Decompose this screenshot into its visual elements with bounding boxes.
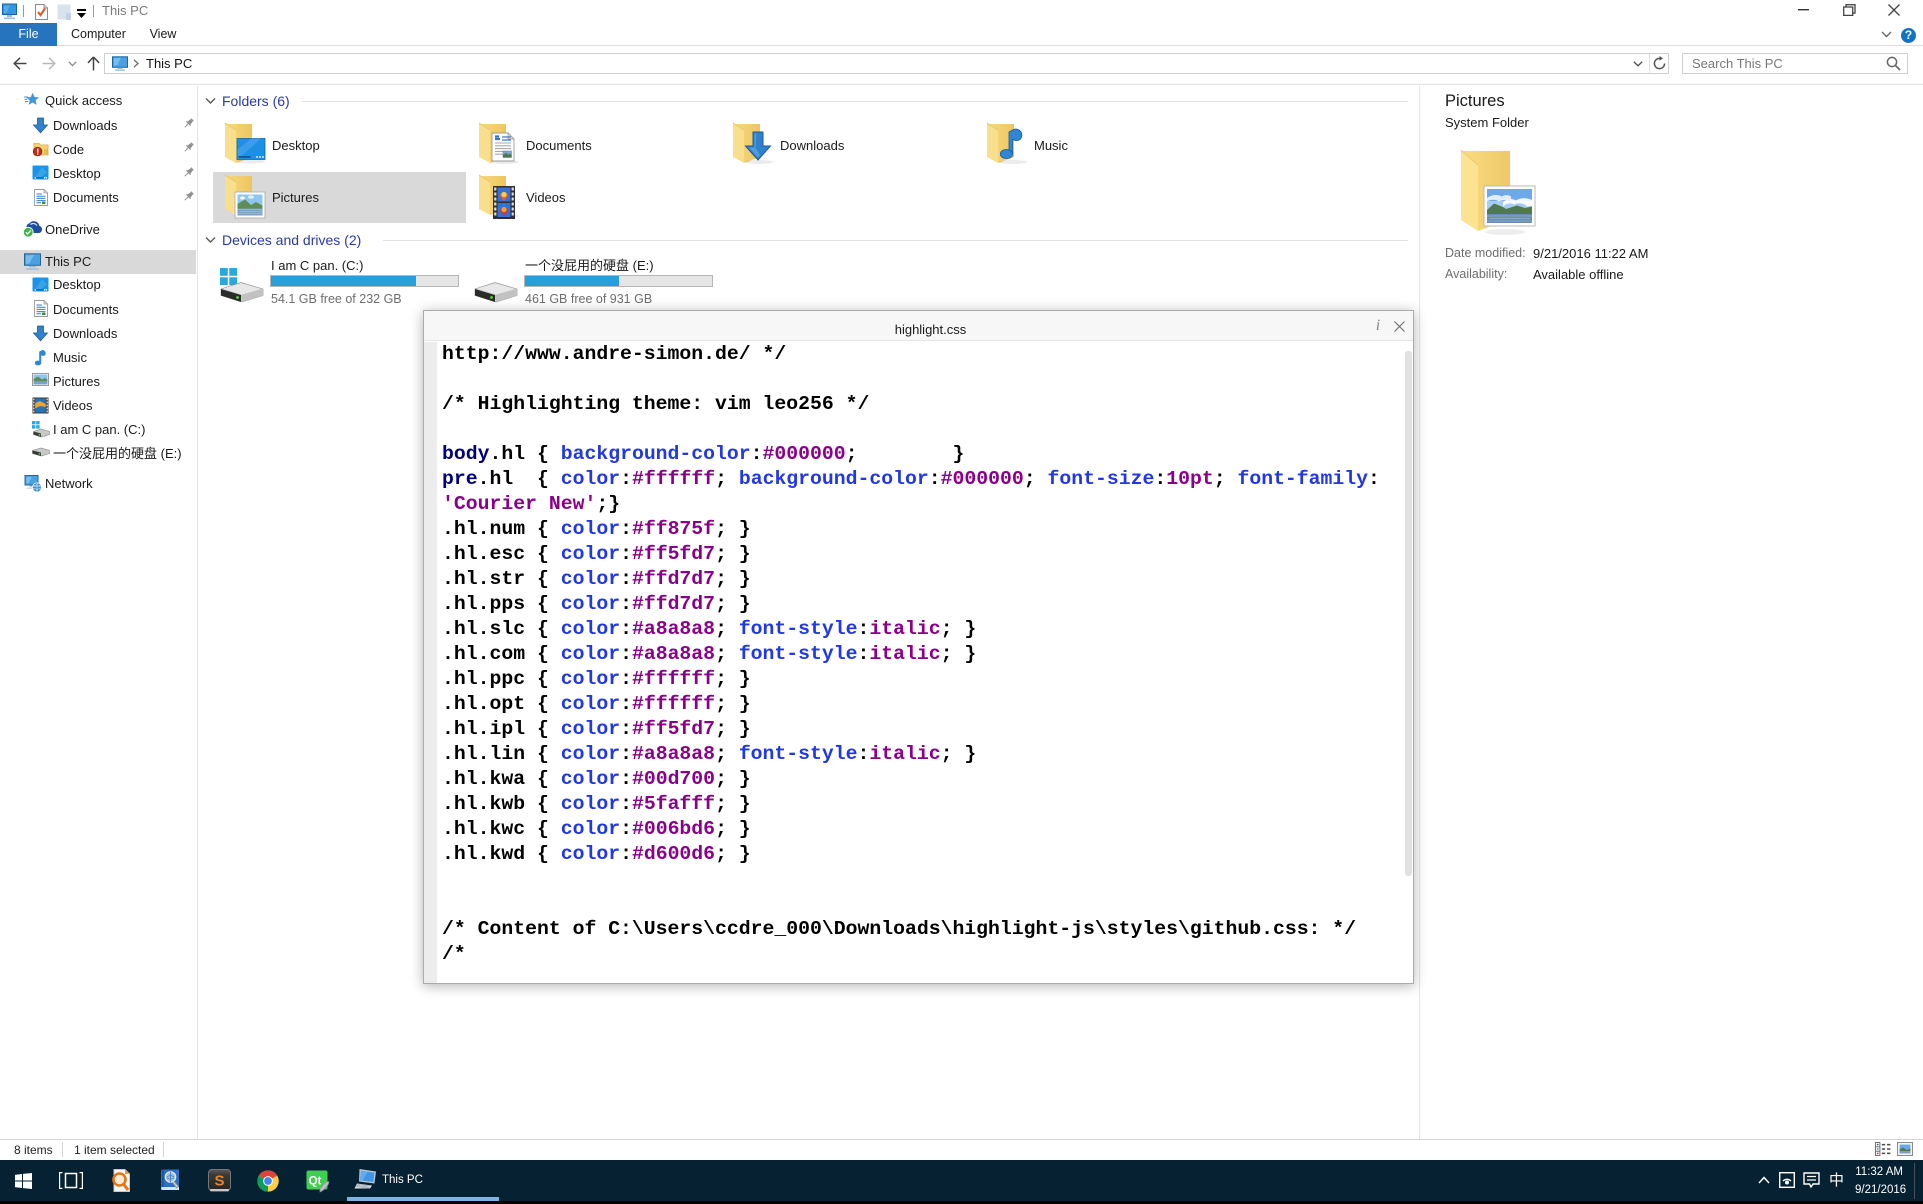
svg-text:S: S (214, 1173, 224, 1190)
svg-text:Qt: Qt (309, 1176, 322, 1188)
